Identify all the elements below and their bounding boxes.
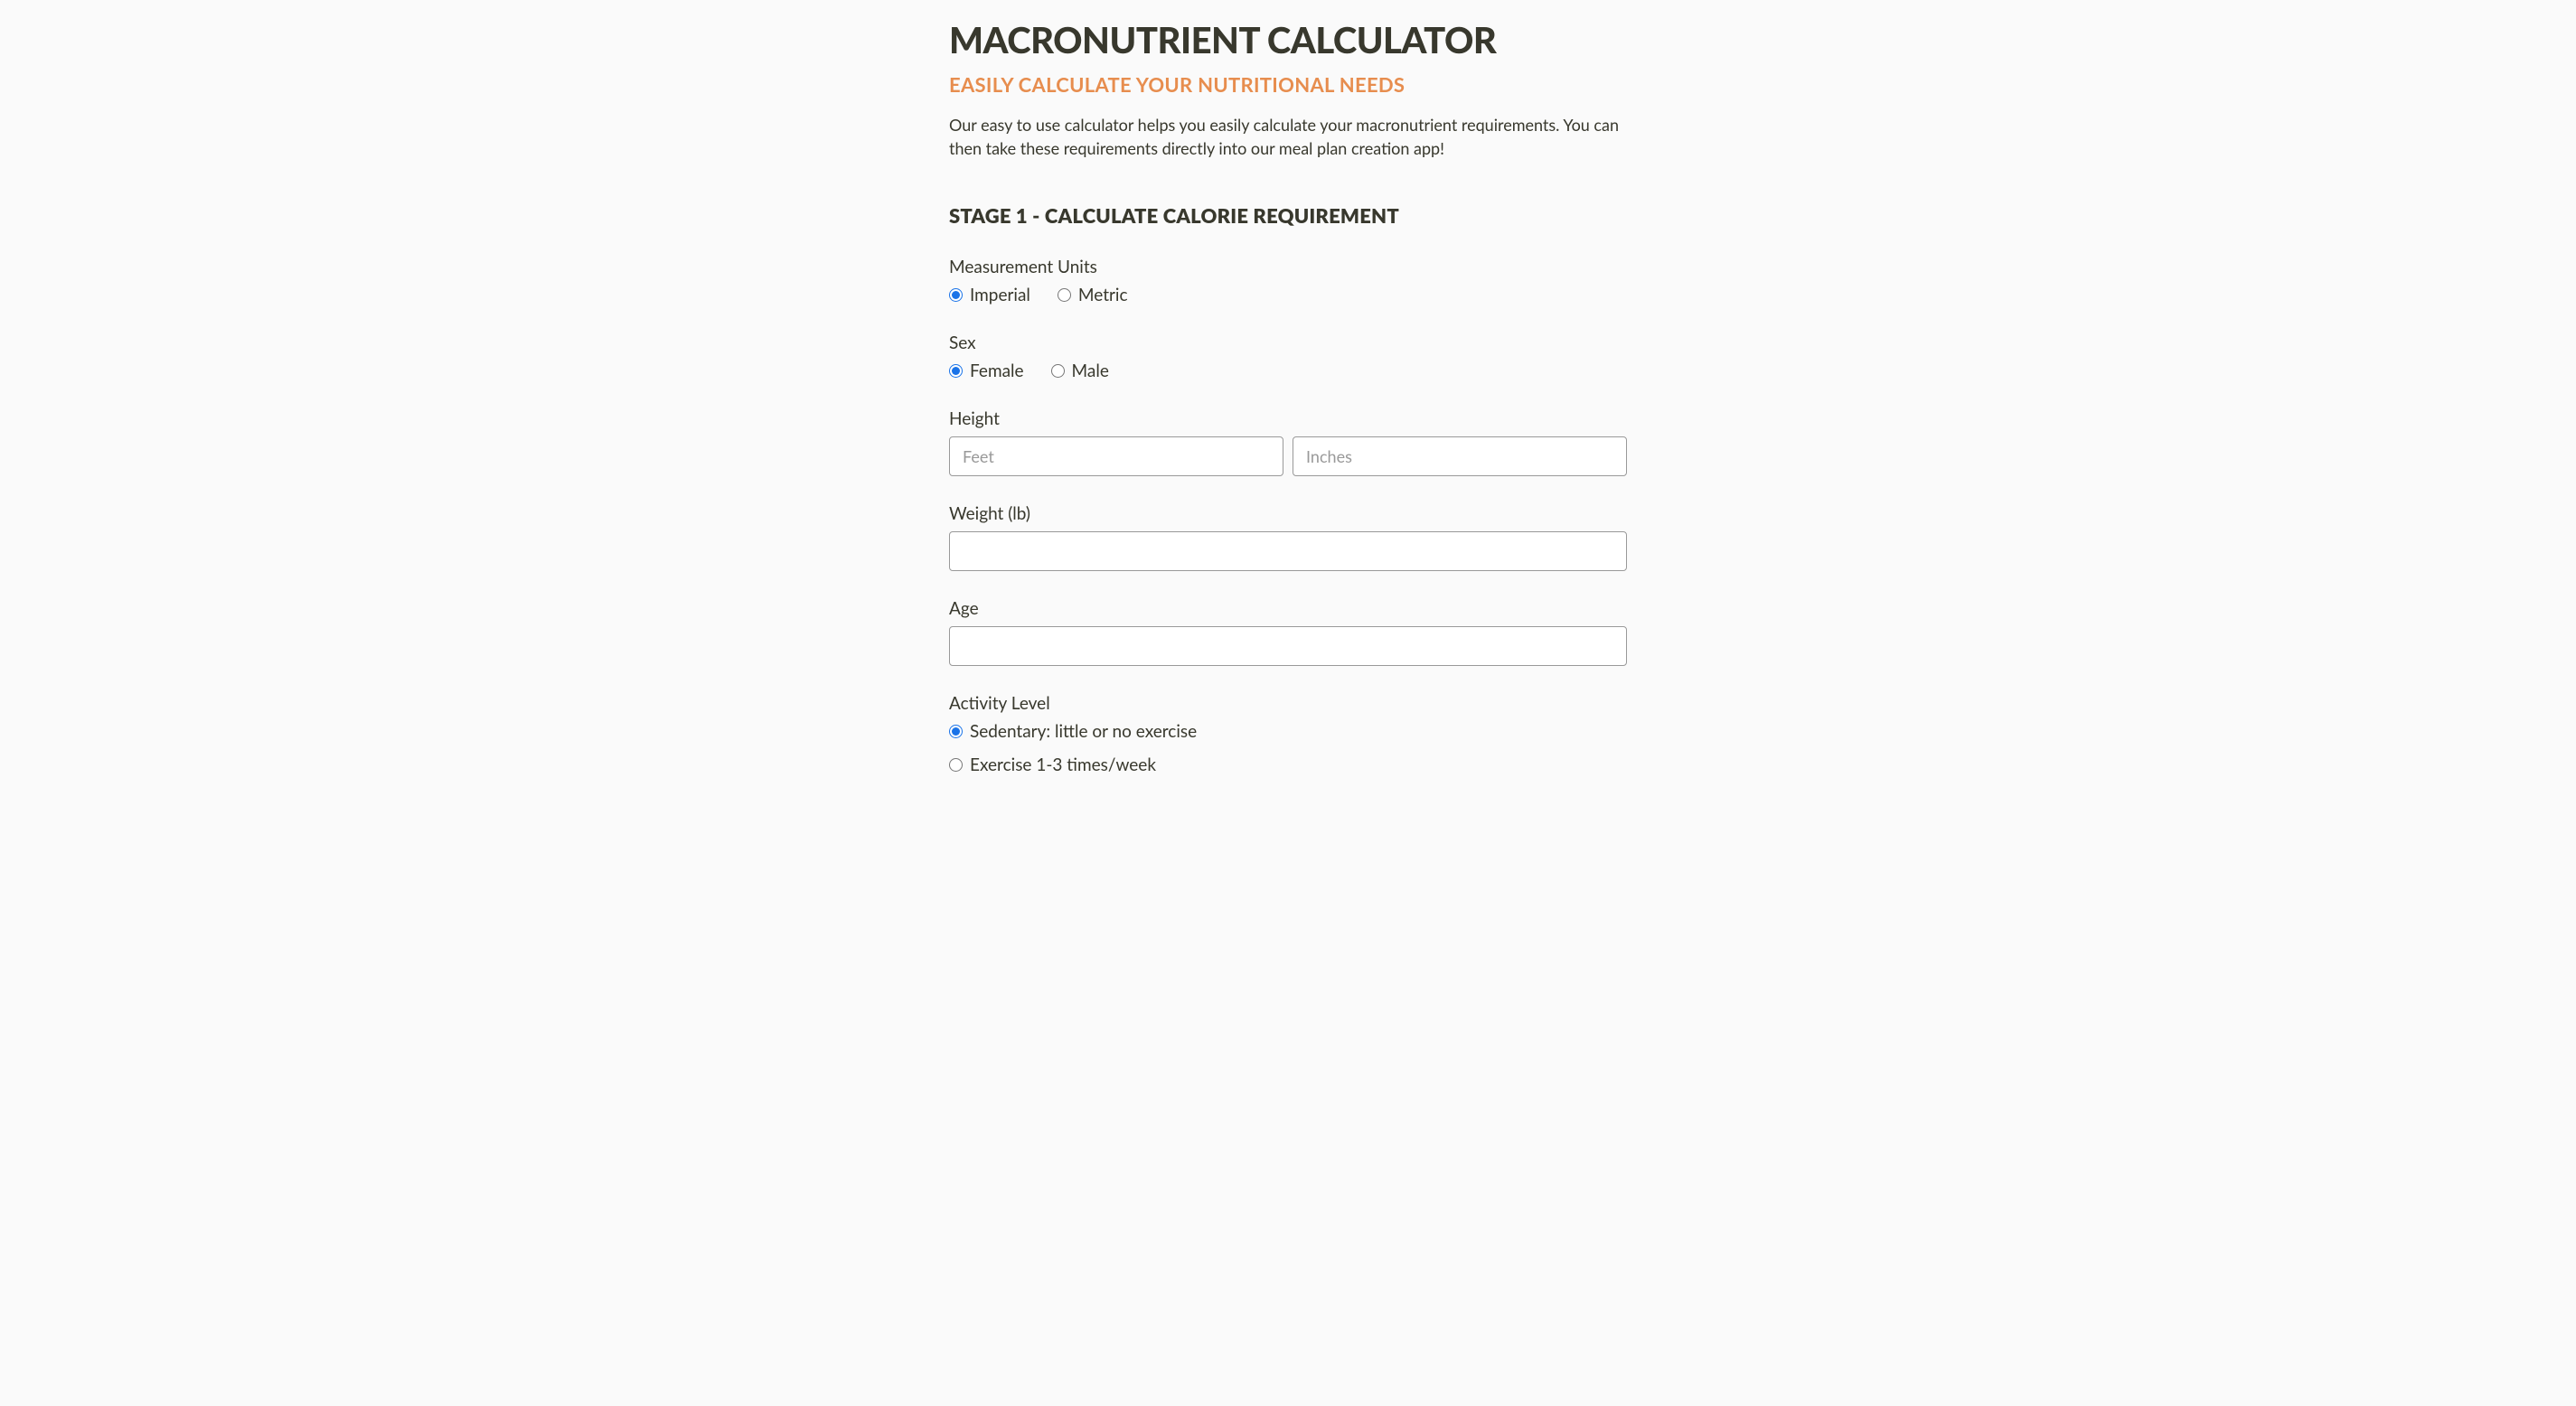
weight-input[interactable] xyxy=(949,531,1627,571)
sex-label: Sex xyxy=(949,333,1627,353)
weight-group: Weight (lb) xyxy=(949,503,1627,571)
activity-light-text: Exercise 1-3 times/week xyxy=(970,755,1156,775)
stage1-heading: STAGE 1 - CALCULATE CALORIE REQUIREMENT xyxy=(949,203,1627,228)
sex-female-option[interactable]: Female xyxy=(949,361,1024,381)
sex-female-radio[interactable] xyxy=(949,364,963,378)
height-feet-input[interactable] xyxy=(949,436,1283,476)
measurement-units-group: Measurement Units Imperial Metric xyxy=(949,257,1627,305)
activity-sedentary-radio[interactable] xyxy=(949,725,963,738)
units-imperial-radio[interactable] xyxy=(949,288,963,302)
sex-male-radio[interactable] xyxy=(1051,364,1065,378)
page-title: MACRONUTRIENT CALCULATOR xyxy=(949,18,1627,61)
units-imperial-option[interactable]: Imperial xyxy=(949,285,1030,305)
units-imperial-text: Imperial xyxy=(970,285,1030,305)
activity-sedentary-text: Sedentary: little or no exercise xyxy=(970,721,1197,742)
sex-male-option[interactable]: Male xyxy=(1051,361,1109,381)
activity-light-radio[interactable] xyxy=(949,758,963,772)
height-inches-input[interactable] xyxy=(1293,436,1627,476)
sex-male-text: Male xyxy=(1072,361,1109,381)
intro-text: Our easy to use calculator helps you eas… xyxy=(949,113,1627,160)
height-group: Height xyxy=(949,408,1627,476)
sex-female-text: Female xyxy=(970,361,1024,381)
page-subtitle: EASILY CALCULATE YOUR NUTRITIONAL NEEDS xyxy=(949,72,1627,97)
height-label: Height xyxy=(949,408,1627,429)
activity-label: Activity Level xyxy=(949,693,1627,714)
activity-sedentary-option[interactable]: Sedentary: little or no exercise xyxy=(949,721,1627,742)
activity-light-option[interactable]: Exercise 1-3 times/week xyxy=(949,755,1627,775)
units-metric-text: Metric xyxy=(1078,285,1128,305)
units-metric-radio[interactable] xyxy=(1058,288,1071,302)
activity-group: Activity Level Sedentary: little or no e… xyxy=(949,693,1627,775)
age-group: Age xyxy=(949,598,1627,666)
age-label: Age xyxy=(949,598,1627,619)
units-metric-option[interactable]: Metric xyxy=(1058,285,1128,305)
age-input[interactable] xyxy=(949,626,1627,666)
sex-group: Sex Female Male xyxy=(949,333,1627,381)
weight-label: Weight (lb) xyxy=(949,503,1627,524)
measurement-units-label: Measurement Units xyxy=(949,257,1627,277)
